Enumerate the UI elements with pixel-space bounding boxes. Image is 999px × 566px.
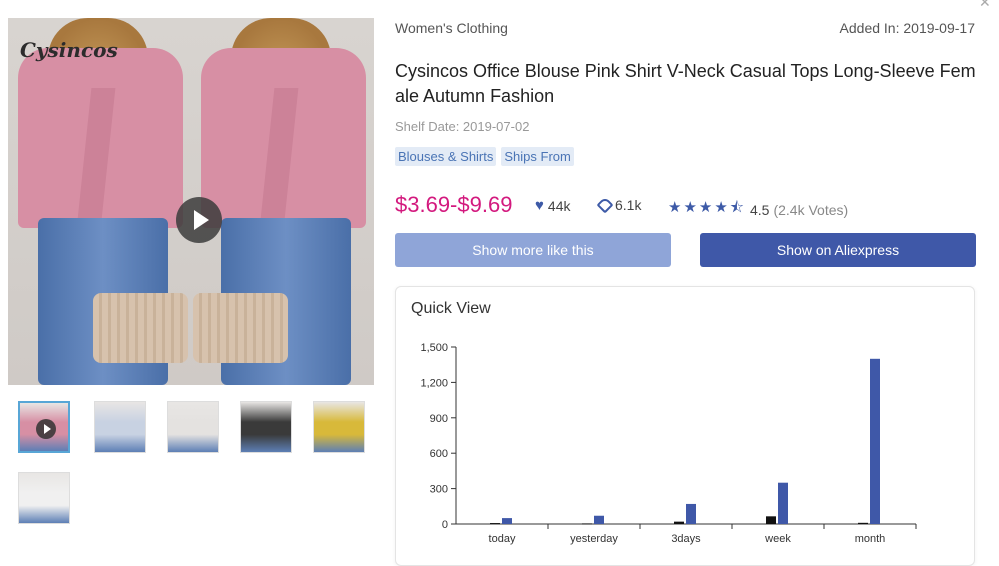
quick-view-panel: Quick View 0 300 600 900 1,200 1,500 today yest… [395, 286, 975, 566]
y-tick-label: 0 [442, 519, 448, 531]
thumbnail-4[interactable] [240, 401, 292, 453]
bar-week-s1 [766, 516, 776, 524]
thumbnail-2[interactable] [94, 401, 146, 453]
bar-today-s2 [502, 518, 512, 524]
tag-ships-from[interactable]: Ships From [501, 147, 574, 166]
orders: 6.1k [596, 196, 642, 214]
play-icon [36, 419, 56, 439]
orders-count: 6.1k [615, 197, 642, 213]
play-video-icon[interactable] [176, 197, 222, 243]
thumbnail-image [95, 402, 145, 452]
brand-logo: Cysincos [20, 38, 118, 62]
main-product-image[interactable]: Cysincos [8, 18, 374, 385]
thumbnail-5[interactable] [313, 401, 365, 453]
model-figure-right [191, 18, 374, 385]
thumbnail-image [168, 402, 218, 452]
thumbnail-image [19, 473, 69, 523]
y-tick-label: 1,200 [420, 377, 448, 389]
product-title: Cysincos Office Blouse Pink Shirt V-Neck… [395, 61, 976, 106]
show-more-like-this-button[interactable]: Show more like this [395, 233, 671, 267]
product-gallery: Cysincos [0, 0, 380, 545]
likes: ♥ 44k [535, 197, 570, 214]
tag-list: Blouses & Shirts Ships From [395, 147, 574, 166]
bar-month-s2 [870, 358, 880, 524]
tag-blouses[interactable]: Blouses & Shirts [395, 147, 497, 166]
y-tick-label: 600 [430, 448, 448, 460]
rating: ★★★★⯪ 4.5 (2.4k Votes) [668, 197, 848, 222]
price-row: $3.69-$9.69 ♥ 44k 6.1k ★★★★⯪ 4.5 (2.4k V… [395, 192, 985, 220]
rating-value: 4.5 [750, 201, 770, 218]
bar-today-s1 [490, 523, 500, 525]
thumbnail-3[interactable] [167, 401, 219, 453]
show-on-aliexpress-button[interactable]: Show on Aliexpress [700, 233, 976, 267]
price-tag-icon [596, 196, 614, 214]
star-rating-icon: ★★★★⯪ [668, 199, 746, 216]
x-tick-label: month [855, 533, 886, 545]
thumbnail-image [314, 402, 364, 452]
bar-week-s2 [778, 482, 788, 524]
y-tick-label: 1,500 [420, 342, 448, 354]
x-tick-label: week [764, 533, 791, 545]
likes-count: 44k [547, 197, 571, 214]
y-tick-label: 300 [430, 484, 448, 496]
heart-icon: ♥ [535, 197, 544, 214]
model-figure-left [8, 18, 191, 385]
shelf-date: Shelf Date: 2019-07-02 [395, 119, 530, 134]
bar-3days-s2 [686, 503, 696, 524]
added-date: Added In: 2019-09-17 [839, 20, 975, 36]
close-icon[interactable]: ✕ [979, 0, 991, 11]
bar-month-s1 [858, 522, 868, 524]
bar-3days-s1 [674, 521, 684, 524]
category-link[interactable]: Women's Clothing [395, 20, 508, 36]
bar-yesterday-s1 [582, 523, 592, 525]
bar-yesterday-s2 [594, 515, 604, 524]
quick-view-chart: 0 300 600 900 1,200 1,500 today yesterday 3days w… [420, 342, 917, 545]
x-tick-label: 3days [671, 533, 701, 545]
rating-votes: (2.4k Votes) [773, 201, 849, 218]
thumbnail-6[interactable] [18, 472, 70, 524]
x-tick-label: today [489, 533, 516, 545]
y-tick-label: 900 [430, 413, 448, 425]
x-tick-label: yesterday [570, 533, 618, 545]
price: $3.69-$9.69 [395, 192, 513, 217]
thumbnail-1[interactable] [18, 401, 70, 453]
thumbnail-image [241, 402, 291, 452]
